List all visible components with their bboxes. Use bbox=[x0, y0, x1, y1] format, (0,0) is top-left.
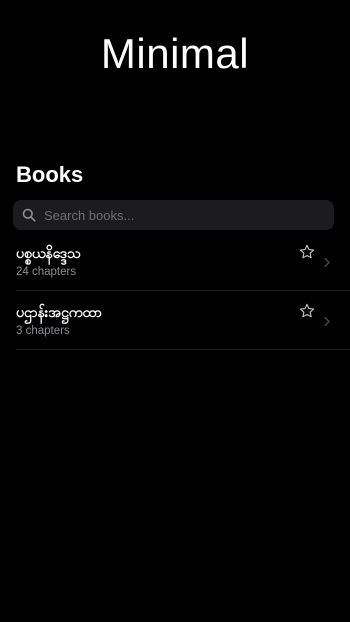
search-input[interactable] bbox=[44, 200, 334, 230]
search-bar[interactable] bbox=[13, 200, 334, 230]
book-list-item[interactable]: ပဌာန်းအဋ္ဌကထာ 3 chapters bbox=[16, 291, 350, 350]
book-title: ပစ္စယနိဒ္ဒေသ bbox=[16, 246, 81, 262]
app-title: Minimal bbox=[100, 30, 250, 77]
books-section-title: Books bbox=[16, 162, 84, 187]
star-outline-icon[interactable] bbox=[299, 303, 315, 319]
star-outline-icon[interactable] bbox=[299, 244, 315, 260]
book-list: ပစ္စယနိဒ္ဒေသ 24 chapters ပဌာန်းအဋ္ဌကထာ 3… bbox=[16, 232, 350, 350]
book-chapter-count: 24 chapters bbox=[16, 266, 77, 278]
search-icon bbox=[22, 208, 36, 222]
book-title: ပဌာန်းအဋ္ဌကထာ bbox=[16, 305, 102, 321]
chevron-right-icon bbox=[324, 316, 330, 327]
chevron-right-icon bbox=[324, 257, 330, 268]
book-chapter-count: 3 chapters bbox=[16, 325, 70, 337]
book-list-item[interactable]: ပစ္စယနိဒ္ဒေသ 24 chapters bbox=[16, 232, 350, 291]
